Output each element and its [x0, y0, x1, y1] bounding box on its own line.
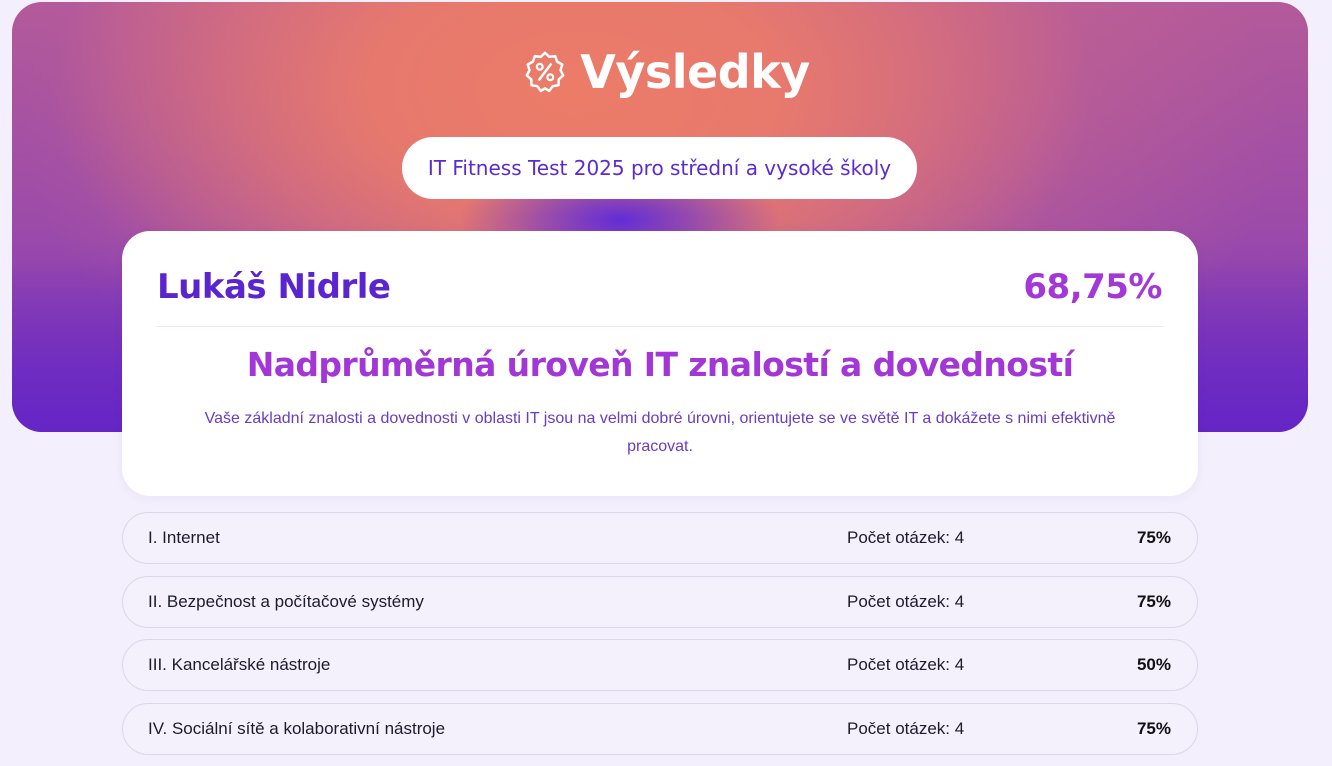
section-row-security[interactable]: II. Bezpečnost a počítačové systémy Poče… [122, 575, 1198, 628]
question-count: Počet otázek: 4 [847, 655, 965, 674]
total-score: 68,75% [1023, 267, 1162, 307]
question-count: Počet otázek: 4 [847, 718, 965, 738]
question-count: Počet otázek: 4 [847, 528, 965, 547]
level-description: Vaše základní znalosti a dovednosti v ob… [204, 410, 1116, 455]
student-name: Lukáš Nidrle [157, 267, 391, 307]
percent-badge-icon [525, 51, 565, 93]
test-name-pill: IT Fitness Test 2025 pro střední a vysok… [402, 137, 917, 199]
section-percent: 75% [1136, 528, 1171, 547]
section-row-office-tools[interactable]: III. Kancelářské nástroje Počet otázek: … [122, 639, 1198, 691]
section-row-internet[interactable]: I. Internet Počet otázek: 4 75% [122, 512, 1198, 564]
section-percent: 75% [1136, 591, 1171, 611]
section-percent: 50% [1136, 655, 1171, 674]
result-card: Lukáš Nidrle 68,75% Nadprůměrná úroveň I… [122, 231, 1198, 496]
section-row-social-networks[interactable]: IV. Sociální sítě a kolaborativní nástro… [122, 702, 1198, 755]
section-label: III. Kancelářské nástroje [148, 655, 331, 674]
section-list: I. Internet Počet otázek: 4 75% II. Bezp… [122, 512, 1198, 766]
question-count: Počet otázek: 4 [847, 591, 965, 611]
page-title: Výsledky [580, 45, 810, 99]
section-label: II. Bezpečnost a počítačové systémy [148, 591, 424, 611]
divider [157, 326, 1163, 327]
section-percent: 75% [1136, 718, 1171, 738]
section-label: I. Internet [148, 528, 220, 547]
level-heading: Nadprůměrná úroveň IT znalostí a dovedno… [246, 345, 1074, 384]
page-header: Výsledky [0, 44, 1332, 100]
test-name: IT Fitness Test 2025 pro střední a vysok… [427, 156, 892, 180]
section-label: IV. Sociální sítě a kolaborativní nástro… [148, 718, 446, 738]
